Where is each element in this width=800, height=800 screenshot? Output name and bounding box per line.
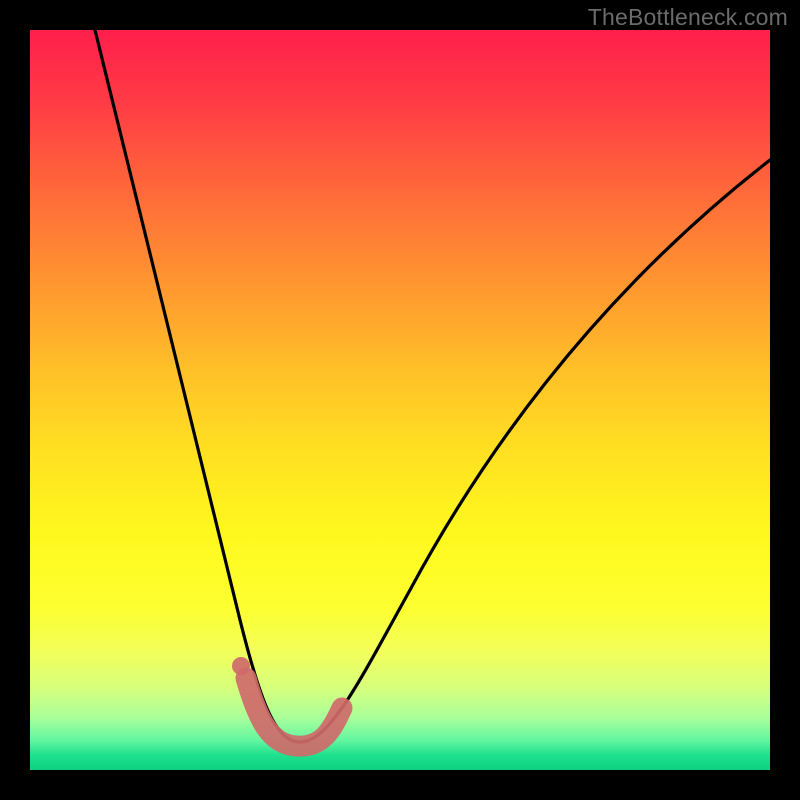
bottleneck-curve <box>95 30 770 742</box>
watermark-text: TheBottleneck.com <box>588 4 788 31</box>
curve-layer <box>30 30 770 770</box>
highlight-dot <box>232 657 250 675</box>
plot-area <box>30 30 770 770</box>
